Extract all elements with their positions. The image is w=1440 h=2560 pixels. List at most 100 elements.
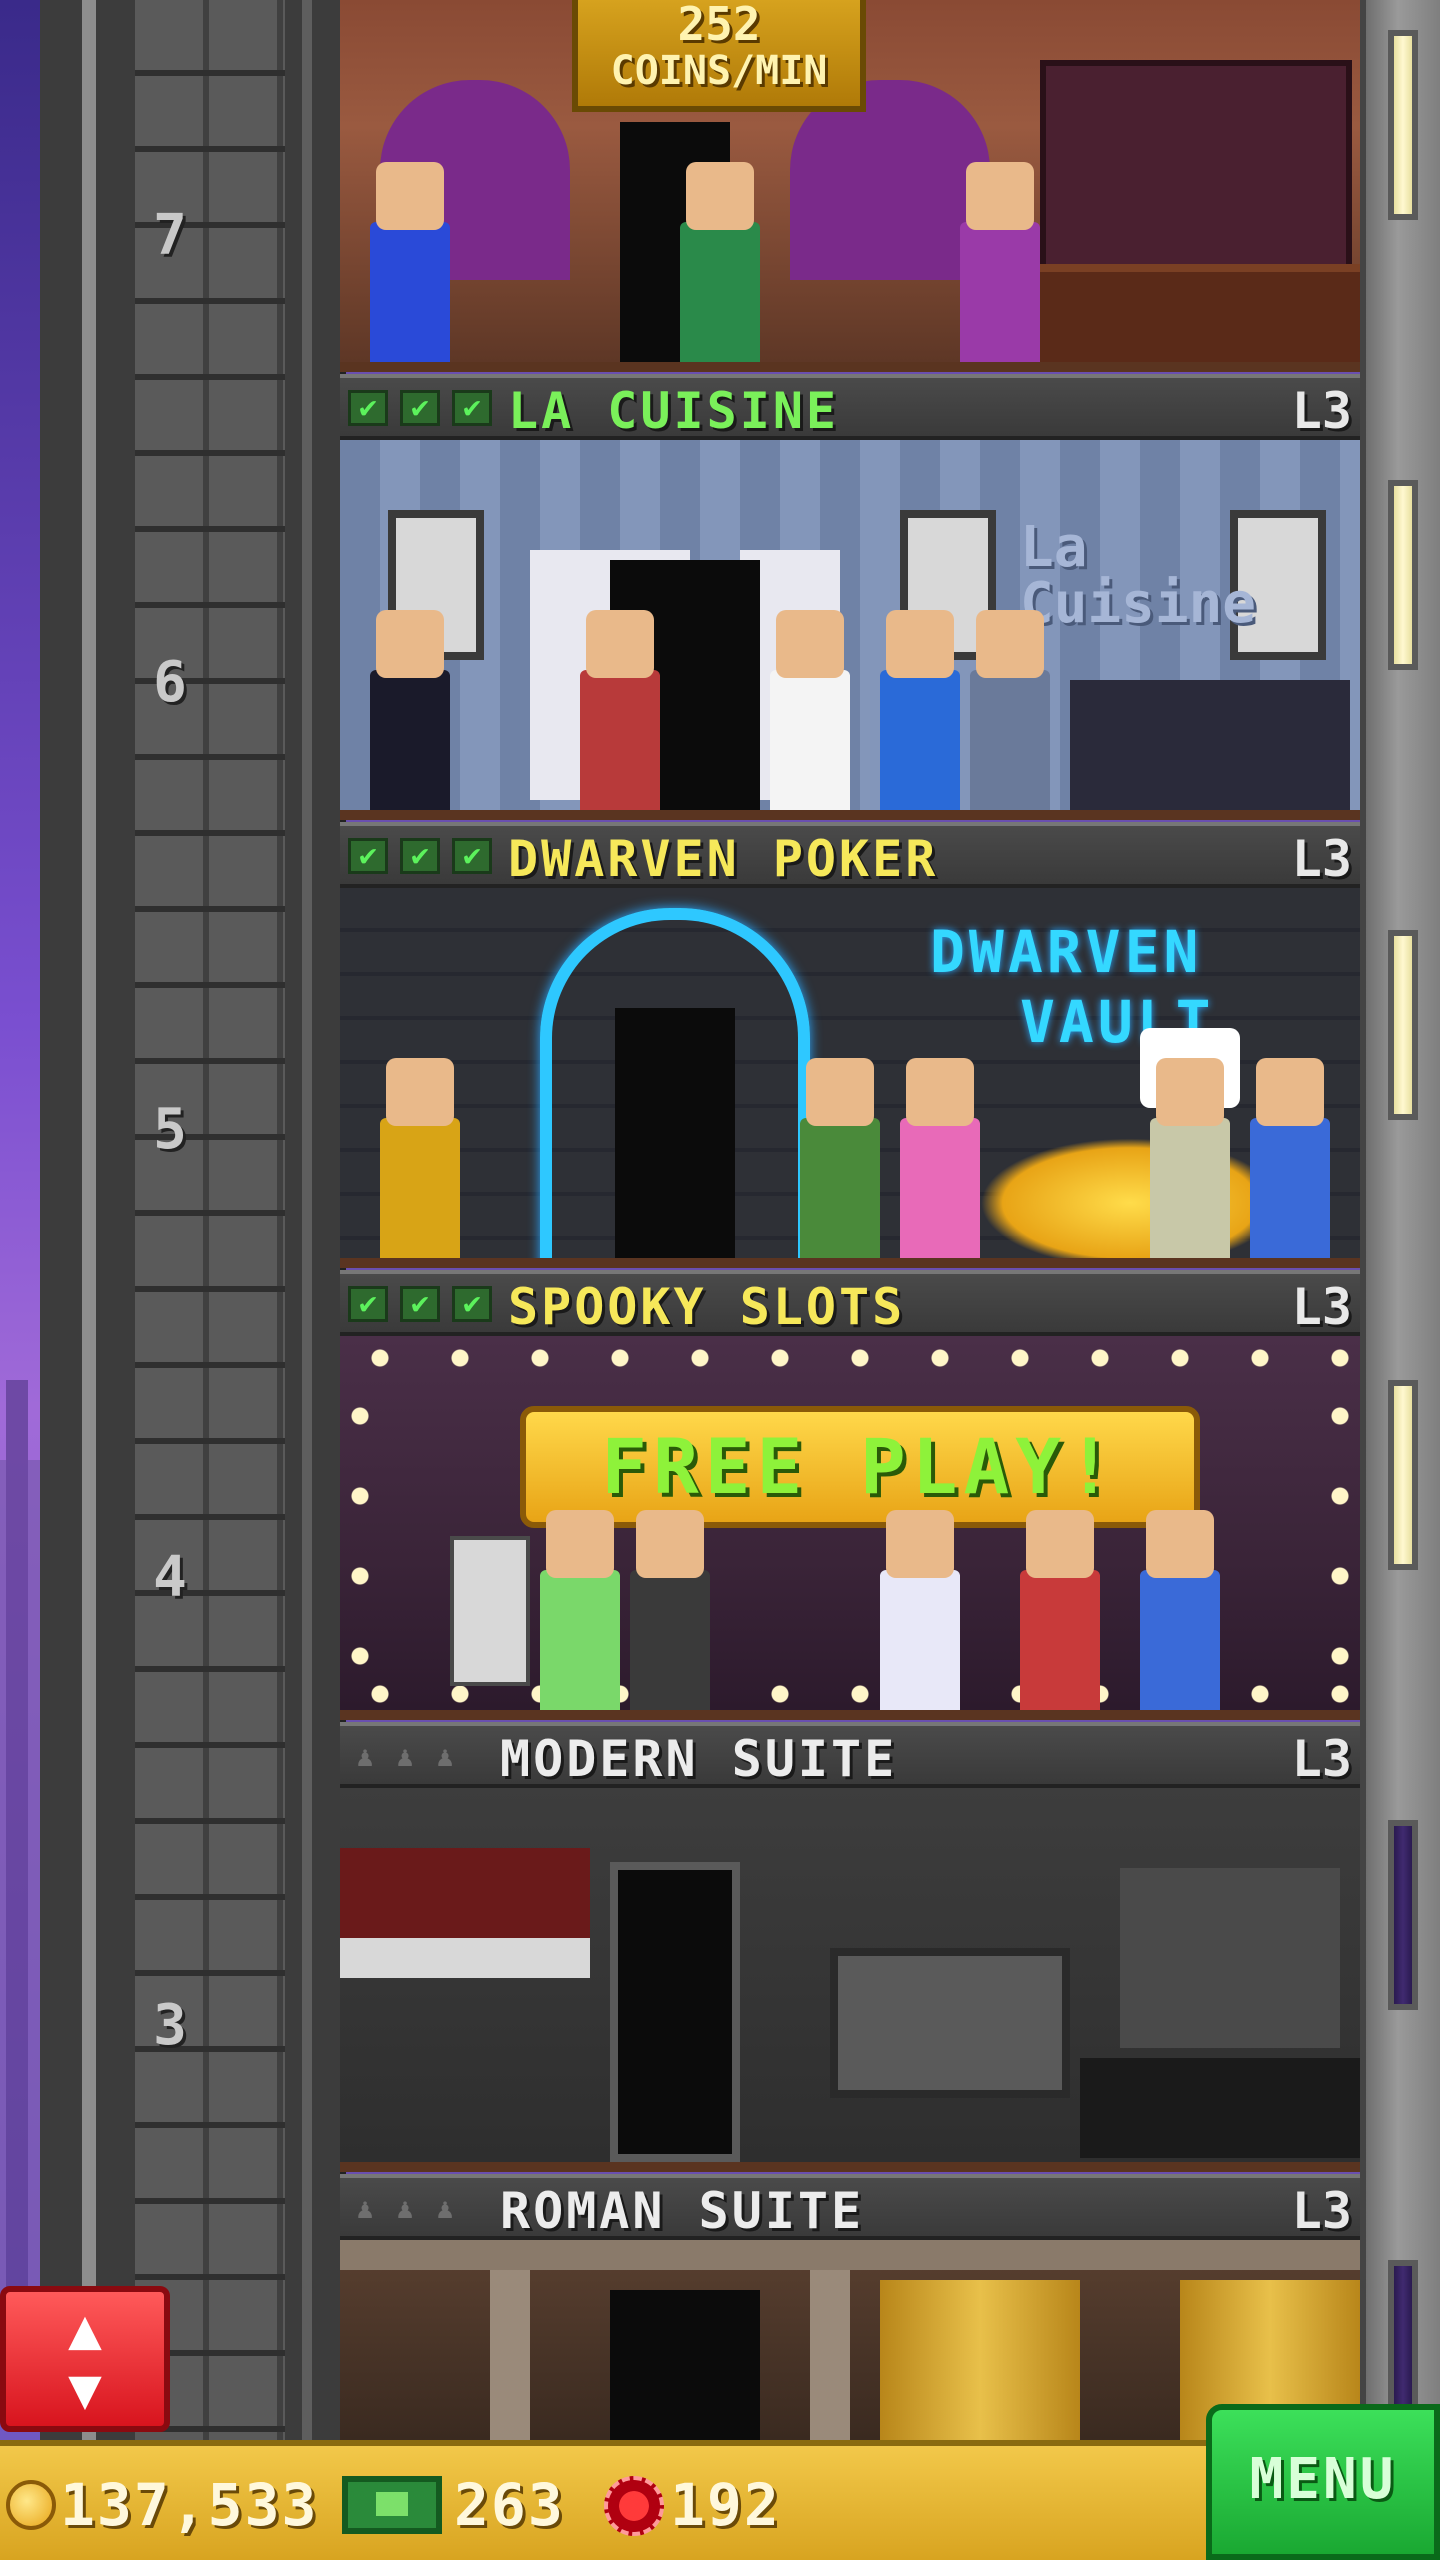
floor-number-6: 6 <box>153 650 187 715</box>
floor-name: DWARVEN POKER <box>508 830 939 888</box>
floor-4-header[interactable]: ✔ ✔ ✔ SPOOKY SLOTS L3 <box>340 1270 1360 1336</box>
gold-pile <box>980 1138 1280 1258</box>
city-skyline <box>0 1380 40 2380</box>
elevator-updown-icon: ▲ ▼ <box>68 2297 102 2422</box>
bitizen-visitor[interactable] <box>900 1058 980 1258</box>
free-play-button[interactable]: FREE PLAY! <box>520 1406 1200 1528</box>
checkmark-icon: ✔ <box>452 838 492 874</box>
person-icon: ♟ <box>436 2192 454 2225</box>
modern-wall-stripe <box>340 1848 590 1938</box>
tower-window <box>1388 1380 1418 1570</box>
coin-icon <box>6 2480 56 2530</box>
floor-level: L3 <box>1291 2182 1352 2240</box>
bitizen-mustache[interactable] <box>370 610 450 810</box>
floor-level: L3 <box>1291 830 1352 888</box>
floor-number-5: 5 <box>153 1097 187 1162</box>
floor-name: MODERN SUITE <box>500 1730 898 1788</box>
chips-count: 192 <box>670 2471 781 2539</box>
bitizen-headband[interactable] <box>1020 1510 1100 1710</box>
floor-5-header[interactable]: ✔ ✔ ✔ DWARVEN POKER L3 <box>340 822 1360 888</box>
coins-per-minute-unit: COINS/MIN <box>610 48 828 94</box>
bitizen-chef[interactable] <box>770 610 850 810</box>
shaft-bricks <box>135 0 285 2440</box>
floor-name: LA CUISINE <box>508 382 840 440</box>
slot-machine <box>450 1536 530 1686</box>
floor-number-4: 4 <box>153 1545 187 1610</box>
roman-column <box>810 2270 850 2440</box>
bitizen-wizard[interactable] <box>1250 1058 1330 1258</box>
bookshelf <box>1120 1868 1340 2048</box>
bitizen-vip[interactable] <box>880 1510 960 1710</box>
tower-window <box>1388 30 1418 220</box>
checkmark-icon: ✔ <box>452 390 492 426</box>
checkmark-icon: ✔ <box>400 838 440 874</box>
bitizen-sunglasses[interactable] <box>370 162 450 362</box>
bitizen-dwarf-green[interactable] <box>800 1058 880 1258</box>
floor-number-3: 3 <box>153 1993 187 2058</box>
cuisine-sign: La Cuisine <box>1020 515 1257 636</box>
floor-6-room[interactable]: La Cuisine <box>340 440 1360 820</box>
shaft-cable <box>302 0 312 2440</box>
modern-wall-stripe <box>340 1938 590 1978</box>
person-icon: ♟ <box>396 1740 414 1773</box>
floor-level: L3 <box>1291 1730 1352 1788</box>
elevator-shaft[interactable] <box>40 0 346 2440</box>
floor-6-header[interactable]: ✔ ✔ ✔ LA CUISINE L3 <box>340 374 1360 440</box>
floor-name: ROMAN SUITE <box>500 2182 865 2240</box>
checkmark-icon: ✔ <box>348 838 388 874</box>
floor-4-room[interactable]: FREE PLAY! <box>340 1336 1360 1720</box>
checkmark-icon: ✔ <box>348 390 388 426</box>
floor-2-door <box>610 2290 760 2440</box>
person-icon: ♟ <box>436 1740 454 1773</box>
floor-5-room[interactable]: DWARVEN VAULT <box>340 888 1360 1268</box>
bar-counter <box>1000 264 1360 362</box>
person-icon: ♟ <box>356 1740 374 1773</box>
bitizen-explorer[interactable] <box>1150 1058 1230 1258</box>
floor-2-room[interactable] <box>340 2240 1360 2440</box>
bitizen-glasses[interactable] <box>540 1510 620 1710</box>
floor-level: L3 <box>1291 382 1352 440</box>
marquee-bulbs-top <box>340 1346 1360 1370</box>
bitizen-bearded[interactable] <box>880 610 960 810</box>
floor-5-door <box>615 1008 735 1258</box>
bitizen-visitor[interactable] <box>970 610 1050 810</box>
bitizen-bartender[interactable] <box>960 162 1040 362</box>
roman-cornice <box>340 2240 1360 2270</box>
floor-3-door <box>610 1862 740 2162</box>
bitizen-dwarf-red[interactable] <box>380 1058 460 1258</box>
elevator-button[interactable]: ▲ ▼ <box>0 2286 170 2432</box>
checkmark-icon: ✔ <box>452 1286 492 1322</box>
bitizen-zombie[interactable] <box>630 1510 710 1710</box>
floor-2-header[interactable]: ♟ ♟ ♟ ROMAN SUITE L3 <box>340 2174 1360 2240</box>
floor-3-room[interactable] <box>340 1788 1360 2172</box>
tower-window <box>1388 930 1418 1120</box>
tower-window <box>1388 480 1418 670</box>
bitizen-redhead[interactable] <box>580 610 660 810</box>
shaft-rail-left <box>82 0 96 2440</box>
roman-column <box>490 2270 530 2440</box>
checkmark-icon: ✔ <box>400 1286 440 1322</box>
coins-per-minute-value: 252 <box>677 0 761 51</box>
coins-per-minute-badge: 252 COINS/MIN <box>572 0 866 112</box>
floor-name: SPOOKY SLOTS <box>508 1278 906 1336</box>
bitizen-kid[interactable] <box>1140 1510 1220 1710</box>
checkmark-icon: ✔ <box>400 390 440 426</box>
menu-button[interactable]: MENU <box>1206 2404 1440 2560</box>
marquee-bulbs-right <box>1330 1376 1350 1676</box>
bux-count: 263 <box>454 2471 565 2539</box>
casino-chip-icon <box>604 2476 664 2536</box>
gold-curtain <box>880 2280 1080 2440</box>
tower-window <box>1388 1820 1418 2010</box>
bitizen-bald[interactable] <box>680 162 760 362</box>
wine-rack <box>1040 60 1352 272</box>
checkmark-icon: ✔ <box>348 1286 388 1322</box>
floor-3-header[interactable]: ♟ ♟ ♟ MODERN SUITE L3 <box>340 1722 1360 1788</box>
person-icon: ♟ <box>396 2192 414 2225</box>
dining-tables <box>1070 680 1350 810</box>
floor-number-7: 7 <box>153 203 187 268</box>
tower-bux-icon <box>342 2476 442 2534</box>
modern-bed <box>1080 2058 1360 2158</box>
coins-count: 137,533 <box>60 2471 319 2539</box>
tower-exterior-wall <box>1360 0 1440 2440</box>
fireplace-art <box>830 1948 1070 2098</box>
